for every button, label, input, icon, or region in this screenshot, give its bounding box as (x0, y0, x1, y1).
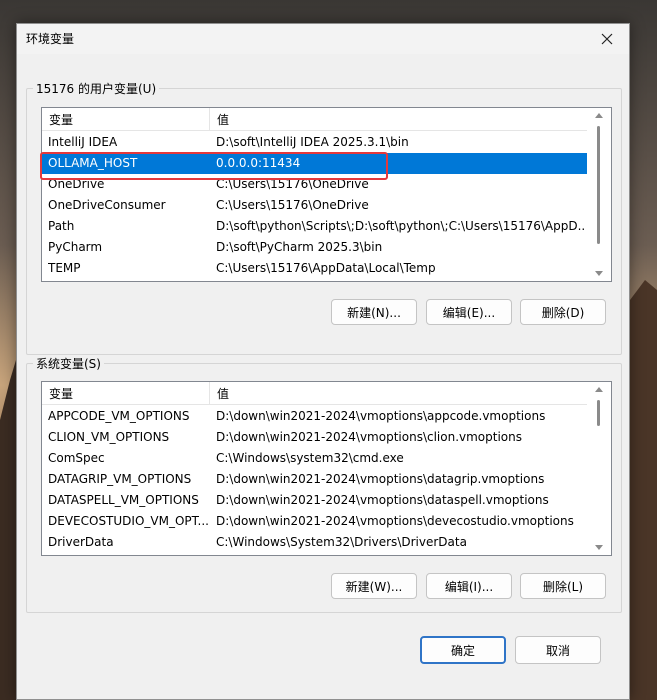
user-new-button[interactable]: 新建(N)... (331, 299, 417, 325)
system-variables-list[interactable]: 变量 值 APPCODE_VM_OPTIONS D:\down\win2021-2… (41, 381, 612, 556)
table-row[interactable]: DriverData C:\Windows\System32\Drivers\Dr… (42, 532, 590, 553)
scroll-down-icon[interactable] (595, 271, 603, 276)
table-row-selected[interactable]: OLLAMA_HOST 0.0.0.0:11434 (42, 153, 590, 174)
variable-name: OneDrive (48, 177, 105, 191)
variable-name: OneDriveConsumer (48, 198, 166, 212)
list-header: 变量 值 (42, 382, 587, 405)
column-header-value[interactable]: 值 (217, 385, 229, 402)
system-delete-button[interactable]: 删除(L) (520, 573, 606, 599)
variable-value: C:\Users\15176\AppData\Local\Temp (216, 261, 436, 275)
list-header: 变量 值 (42, 108, 587, 131)
scroll-up-icon[interactable] (595, 113, 603, 118)
variable-value: D:\down\win2021-2024\vmoptions\appcode.v… (216, 409, 546, 423)
column-header-variable[interactable]: 变量 (49, 385, 73, 402)
table-row[interactable]: PyCharm D:\soft\PyCharm 2025.3\bin (42, 237, 590, 258)
system-variables-label: 系统变量(S) (33, 355, 104, 372)
scroll-thumb[interactable] (597, 126, 600, 244)
table-row[interactable]: TEMP C:\Users\15176\AppData\Local\Temp (42, 258, 590, 279)
table-row[interactable]: CLION_VM_OPTIONS D:\down\win2021-2024\vmo… (42, 427, 590, 448)
table-row[interactable]: Path D:\soft\python\Scripts\;D:\soft\pyth… (42, 216, 590, 237)
variable-name: DATAGRIP_VM_OPTIONS (48, 472, 192, 486)
variable-value: D:\down\win2021-2024\vmoptions\clion.vmo… (216, 430, 522, 444)
window-title: 环境变量 (26, 32, 75, 46)
table-row[interactable]: OneDrive C:\Users\15176\OneDrive (42, 174, 590, 195)
close-icon (601, 33, 613, 45)
variable-name: APPCODE_VM_OPTIONS (48, 409, 190, 423)
scroll-up-icon[interactable] (595, 387, 603, 392)
variable-name: PyCharm (48, 240, 103, 254)
user-variables-list[interactable]: 变量 值 IntelliJ IDEA D:\soft\IntelliJ IDEA … (41, 107, 612, 282)
variable-name: DriverData (48, 535, 114, 549)
variable-name: ComSpec (48, 451, 105, 465)
variable-value: D:\soft\IntelliJ IDEA 2025.3.1\bin (216, 135, 409, 149)
variable-name: CLION_VM_OPTIONS (48, 430, 170, 444)
variable-value: D:\soft\PyCharm 2025.3\bin (216, 240, 383, 254)
variable-value: C:\Windows\system32\cmd.exe (216, 451, 404, 465)
user-variables-label: 15176 的用户变量(U) (33, 80, 160, 97)
variable-value: D:\down\win2021-2024\vmoptions\dataspell… (216, 493, 549, 507)
system-new-button[interactable]: 新建(W)... (331, 573, 417, 599)
cancel-button[interactable]: 取消 (515, 636, 601, 664)
variable-value: D:\down\win2021-2024\vmoptions\datagrip.… (216, 472, 545, 486)
environment-variables-dialog: 环境变量 15176 的用户变量(U) 变量 值 IntelliJ IDEA D:… (16, 23, 630, 700)
scroll-thumb[interactable] (597, 400, 600, 426)
variable-name: DATASPELL_VM_OPTIONS (48, 493, 199, 507)
table-row[interactable]: ComSpec C:\Windows\system32\cmd.exe (42, 448, 590, 469)
title-bar: 环境变量 (17, 24, 629, 54)
variable-value: D:\soft\python\Scripts\;D:\soft\python\;… (216, 219, 586, 233)
table-row[interactable]: DATASPELL_VM_OPTIONS D:\down\win2021-2024… (42, 490, 590, 511)
column-header-variable[interactable]: 变量 (49, 111, 73, 128)
variable-value: C:\Users\15176\OneDrive (216, 198, 369, 212)
variable-name: TEMP (48, 261, 81, 275)
table-row[interactable]: OneDriveConsumer C:\Users\15176\OneDrive (42, 195, 590, 216)
table-row[interactable]: DATAGRIP_VM_OPTIONS D:\down\win2021-2024\… (42, 469, 590, 490)
user-delete-button[interactable]: 删除(D) (520, 299, 606, 325)
close-button[interactable] (585, 24, 629, 54)
table-row[interactable]: APPCODE_VM_OPTIONS D:\down\win2021-2024\v… (42, 406, 590, 427)
variable-name: IntelliJ IDEA (48, 135, 118, 149)
variable-value: C:\Users\15176\OneDrive (216, 177, 369, 191)
vertical-scrollbar[interactable] (587, 382, 611, 555)
variable-name: DEVECOSTUDIO_VM_OPT... (48, 514, 208, 528)
variable-value: 0.0.0.0:11434 (216, 156, 301, 170)
variable-value: C:\Windows\System32\Drivers\DriverData (216, 535, 467, 549)
scroll-down-icon[interactable] (595, 545, 603, 550)
vertical-scrollbar[interactable] (587, 108, 611, 281)
ok-button[interactable]: 确定 (420, 636, 506, 664)
variable-name: OLLAMA_HOST (48, 156, 138, 170)
variable-value: D:\down\win2021-2024\vmoptions\devecostu… (216, 514, 574, 528)
column-header-value[interactable]: 值 (217, 111, 229, 128)
table-row[interactable]: DEVECOSTUDIO_VM_OPT... D:\down\win2021-20… (42, 511, 590, 532)
system-edit-button[interactable]: 编辑(I)... (426, 573, 512, 599)
table-row[interactable]: IntelliJ IDEA D:\soft\IntelliJ IDEA 2025.… (42, 132, 590, 153)
user-edit-button[interactable]: 编辑(E)... (426, 299, 512, 325)
variable-name: Path (48, 219, 75, 233)
